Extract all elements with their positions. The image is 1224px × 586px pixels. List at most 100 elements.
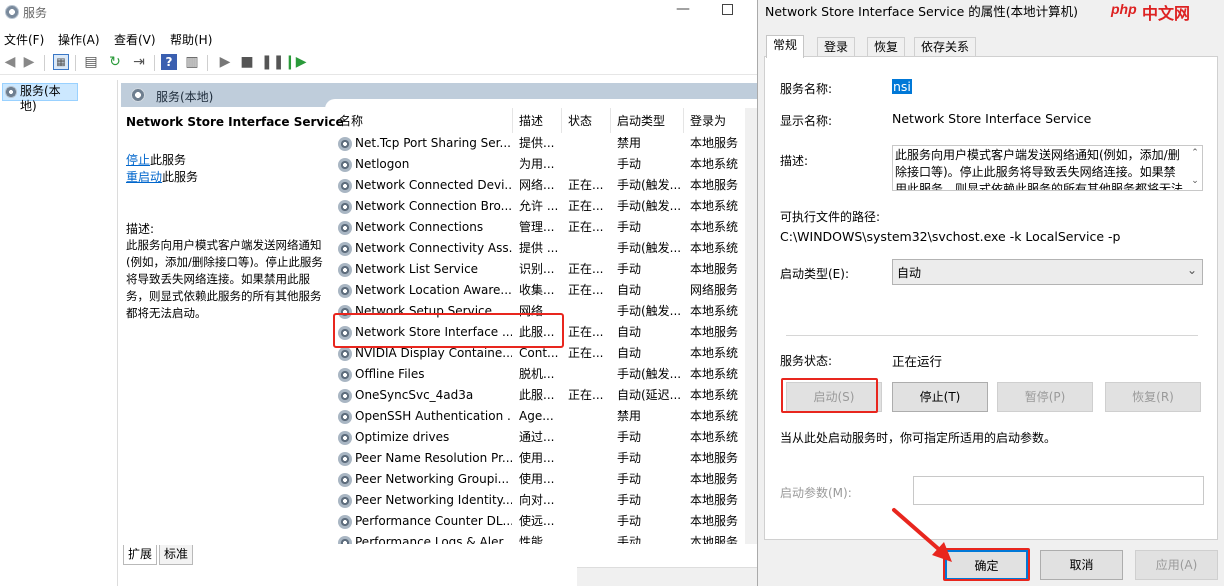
back-icon[interactable]: ◀: [2, 54, 18, 70]
cell-status: 正在...: [568, 199, 604, 213]
table-row[interactable]: Network Connections 管理... 正在... 手动 本地系统: [331, 217, 745, 238]
php-cn-logo: php 中文网: [1111, 1, 1191, 23]
display-name-value[interactable]: Network Store Interface Service: [892, 111, 1091, 126]
tab-dependencies[interactable]: 依存关系: [914, 37, 977, 57]
cell-startup-type: 自动: [617, 346, 642, 360]
table-row[interactable]: OpenSSH Authentication ... Age... 禁用 本地系统: [331, 406, 745, 427]
minimize-icon[interactable]: —: [676, 1, 690, 17]
menu-help[interactable]: 帮助(H): [170, 31, 212, 48]
resume-button[interactable]: 恢复(R): [1105, 382, 1201, 412]
restart-service-link[interactable]: 重启动: [126, 170, 162, 184]
general-tab-page: 服务名称: nsi 显示名称: Network Store Interface …: [764, 56, 1218, 540]
column-header-logon-as[interactable]: 登录为: [690, 112, 726, 129]
list-header: ^ 名称 描述 状态 启动类型 登录为: [331, 108, 745, 133]
table-row[interactable]: Netlogon 为用... 手动 本地系统: [331, 154, 745, 175]
restart-service-icon[interactable]: ❙▶: [284, 54, 307, 70]
service-gear-icon: [338, 221, 352, 235]
service-name-value[interactable]: nsi: [892, 79, 912, 94]
annotation-highlight-row: [333, 313, 564, 348]
menu-view[interactable]: 查看(V): [114, 31, 156, 48]
description-pane: Network Store Interface Service 停止此服务 重启…: [121, 108, 344, 544]
cell-status: 正在...: [568, 262, 604, 276]
cell-startup-type: 手动: [617, 514, 642, 528]
tree-item-services-local[interactable]: 服务(本地): [2, 83, 78, 113]
table-row[interactable]: Network List Service 识别... 正在... 手动 本地服务: [331, 259, 745, 280]
table-row[interactable]: OneSyncSvc_4ad3a 此服... 正在... 自动(延迟... 本地系统: [331, 385, 745, 406]
apply-button[interactable]: 应用(A): [1135, 550, 1218, 580]
cell-logon-as: 本地系统: [690, 199, 739, 213]
tab-general[interactable]: 常规: [766, 35, 805, 58]
properties-icon[interactable]: ▤: [83, 54, 99, 70]
console-tree: 服务(本地): [0, 80, 118, 586]
window-title: 服务: [23, 6, 48, 20]
cell-name: Offline Files: [355, 367, 425, 381]
cell-description: 网络...: [519, 178, 555, 192]
restart-link-suffix: 此服务: [162, 170, 199, 184]
stop-service-link[interactable]: 停止: [126, 153, 150, 167]
description-box[interactable]: 此服务向用户模式客户端发送网络通知(例如，添加/删除接口等)。停止此服务将导致丢…: [892, 145, 1203, 191]
table-row[interactable]: Peer Networking Groupi... 使用... 手动 本地服务: [331, 469, 745, 490]
startup-type-select[interactable]: 自动 ⌄: [892, 259, 1203, 285]
cell-logon-as: 本地系统: [690, 346, 739, 360]
stop-service-icon[interactable]: ■: [239, 54, 255, 70]
properties-dialog: Network Store Interface Service 的属性(本地计算…: [757, 0, 1224, 586]
services-gear-icon: [131, 88, 145, 102]
service-name-label: 服务名称:: [780, 82, 833, 96]
menu-action[interactable]: 操作(A): [58, 31, 100, 48]
column-header-startup-type[interactable]: 启动类型: [617, 112, 665, 129]
table-row[interactable]: Performance Counter DL... 使远... 手动 本地服务: [331, 511, 745, 532]
tab-logon[interactable]: 登录: [817, 37, 856, 57]
cell-logon-as: 本地服务: [690, 136, 739, 150]
maximize-icon[interactable]: [722, 4, 733, 15]
refresh-icon[interactable]: ↻: [107, 54, 123, 70]
table-row[interactable]: Offline Files 脱机... 手动(触发... 本地系统: [331, 364, 745, 385]
console-tree-icon[interactable]: ▦: [53, 54, 69, 70]
table-row[interactable]: Peer Networking Identity... 向对... 手动 本地服务: [331, 490, 745, 511]
forward-icon[interactable]: ▶: [21, 54, 37, 70]
cell-status: 正在...: [568, 325, 604, 339]
cell-logon-as: 本地服务: [690, 514, 739, 528]
tab-standard[interactable]: 标准: [159, 545, 194, 565]
tree-item-label: 服务(本地): [20, 84, 61, 113]
cell-description: 允许 ...: [519, 199, 559, 213]
table-row[interactable]: Network Connectivity Ass... 提供 ... 手动(触发..…: [331, 238, 745, 259]
table-row[interactable]: Performance Logs & Aler... 性能... 手动 本地服务: [331, 532, 745, 544]
pause-service-icon[interactable]: ❚❚: [261, 54, 284, 70]
cell-description: 此服...: [519, 388, 555, 402]
service-gear-icon: [338, 137, 352, 151]
column-header-name[interactable]: 名称: [339, 112, 363, 129]
description-value: 此服务向用户模式客户端发送网络通知(例如，添加/删除接口等)。停止此服务将导致丢…: [895, 148, 1184, 191]
table-row[interactable]: Net.Tcp Port Sharing Ser... 提供... 禁用 本地服务: [331, 133, 745, 154]
menu-file[interactable]: 文件(F): [4, 31, 44, 48]
table-row[interactable]: Network Location Aware... 收集... 正在... 自动 网络服…: [331, 280, 745, 301]
cancel-button[interactable]: 取消: [1040, 550, 1123, 580]
table-row[interactable]: Network Connected Devi... 网络... 正在... 手动(触发…: [331, 175, 745, 196]
table-row[interactable]: Optimize drives 通过... 手动 本地系统: [331, 427, 745, 448]
show-hide-icon[interactable]: ▥: [184, 54, 200, 70]
vertical-scrollbar[interactable]: [745, 108, 757, 544]
cell-status: 正在...: [568, 388, 604, 402]
start-service-icon[interactable]: ▶: [217, 54, 233, 70]
tab-recovery[interactable]: 恢复: [867, 37, 906, 57]
sort-ascending-icon: ^: [419, 108, 427, 113]
export-list-icon[interactable]: ⇥: [131, 54, 147, 70]
table-row[interactable]: Network Connection Bro... 允许 ... 正在... 手动(触…: [331, 196, 745, 217]
column-header-status[interactable]: 状态: [568, 112, 592, 129]
cell-logon-as: 本地系统: [690, 220, 739, 234]
column-header-description[interactable]: 描述: [519, 112, 543, 129]
horizontal-scrollbar[interactable]: [577, 567, 757, 586]
stop-button[interactable]: 停止(T): [892, 382, 988, 412]
toolbar: ◀ ▶ ▦ ▤ ↻ ⇥ ? ▥ ▶ ■ ❚❚ ❙▶: [0, 51, 757, 75]
cell-name: Network List Service: [355, 262, 479, 276]
cell-name: OpenSSH Authentication ...: [355, 409, 512, 423]
cell-startup-type: 手动: [617, 262, 642, 276]
cell-startup-type: 自动: [617, 283, 642, 297]
content-header-label: 服务(本地): [156, 90, 214, 104]
cell-logon-as: 本地服务: [690, 262, 739, 276]
service-gear-icon: [338, 158, 352, 172]
pause-button[interactable]: 暂停(P): [997, 382, 1093, 412]
description-scrollbar[interactable]: ⌃ ⌄: [1188, 146, 1202, 190]
table-row[interactable]: Peer Name Resolution Pr... 使用... 手动 本地服务: [331, 448, 745, 469]
help-icon[interactable]: ?: [161, 54, 177, 70]
tab-extended[interactable]: 扩展: [123, 545, 158, 565]
